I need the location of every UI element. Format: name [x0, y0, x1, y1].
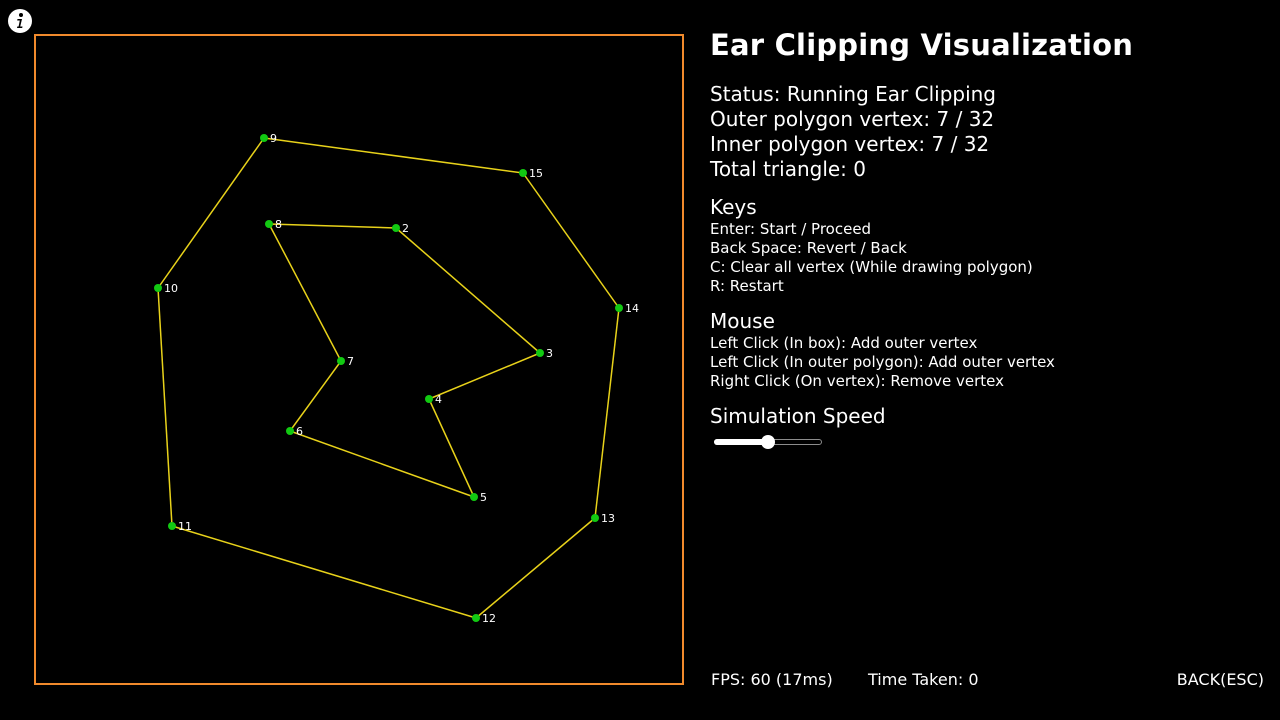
app-window: 9 15 14 13 12 11 10 8 2 3 4 5 6 7 Ear Clipping Visual… — [0, 0, 1280, 720]
inner-vertex[interactable] — [470, 493, 478, 501]
inner-edge — [395, 227, 541, 354]
outer-edge — [594, 307, 620, 519]
outer-edge — [522, 172, 620, 309]
fps-counter: FPS: 60 (17ms) — [711, 670, 833, 689]
outer-vertex-label: 14 — [625, 302, 639, 315]
outer-vertex[interactable] — [154, 284, 162, 292]
slider-fill — [714, 439, 768, 445]
outer-vertex-label: 15 — [529, 167, 543, 180]
time-taken: Time Taken: 0 — [868, 670, 979, 689]
slider-thumb[interactable] — [761, 435, 775, 449]
inner-vertex[interactable] — [425, 395, 433, 403]
inner-vertex-label: 8 — [275, 218, 282, 231]
outer-vertex[interactable] — [519, 169, 527, 177]
outer-vertex-label: 10 — [164, 282, 178, 295]
inner-vertex-label: 3 — [546, 347, 553, 360]
inner-vertex-label: 7 — [347, 355, 354, 368]
key-backspace: Back Space: Revert / Back — [710, 239, 907, 257]
mouse-left-box: Left Click (In box): Add outer vertex — [710, 334, 978, 352]
outer-edge — [263, 137, 524, 174]
inner-vertex-count: Inner polygon vertex: 7 / 32 — [710, 132, 990, 156]
outer-vertex-label: 9 — [270, 132, 277, 145]
outer-edge — [157, 287, 173, 527]
outer-edge — [171, 525, 477, 619]
outer-vertex-count: Outer polygon vertex: 7 / 32 — [710, 107, 995, 131]
inner-vertex-label: 2 — [402, 222, 409, 235]
outer-vertex[interactable] — [168, 522, 176, 530]
inner-vertex-label: 6 — [296, 425, 303, 438]
outer-edge — [475, 517, 596, 619]
inner-vertex-label: 4 — [435, 393, 442, 406]
outer-vertex-label: 11 — [178, 520, 192, 533]
mouse-left-polygon: Left Click (In outer polygon): Add outer… — [710, 353, 1055, 371]
inner-vertex[interactable] — [286, 427, 294, 435]
outer-edge — [157, 137, 265, 289]
inner-edge — [428, 352, 541, 400]
key-enter: Enter: Start / Proceed — [710, 220, 872, 238]
mouse-right-vertex: Right Click (On vertex): Remove vertex — [710, 372, 1005, 390]
outer-vertex-label: 12 — [482, 612, 496, 625]
polygon-edges — [157, 137, 620, 619]
keys-heading: Keys — [710, 195, 757, 219]
vertex-labels: 9 15 14 13 12 11 10 8 2 3 4 5 6 7 — [164, 132, 639, 625]
info-icon-graphic — [8, 9, 32, 33]
key-restart: R: Restart — [710, 277, 784, 295]
outer-vertex[interactable] — [260, 134, 268, 142]
outer-vertex[interactable] — [591, 514, 599, 522]
outer-vertex[interactable] — [615, 304, 623, 312]
status-text: Status: Running Ear Clipping — [710, 82, 997, 106]
simulation-speed-slider[interactable] — [710, 435, 822, 449]
outer-vertex[interactable] — [472, 614, 480, 622]
drawing-canvas[interactable]: 9 15 14 13 12 11 10 8 2 3 4 5 6 7 — [34, 34, 684, 685]
polygon-vertices — [154, 134, 623, 622]
speed-heading: Simulation Speed — [710, 404, 886, 428]
inner-vertex-label: 5 — [480, 491, 487, 504]
status-block: Status: Running Ear Clipping Outer polyg… — [710, 82, 1270, 182]
page-title: Ear Clipping Visualization — [710, 28, 1134, 62]
inner-vertex[interactable] — [265, 220, 273, 228]
polygon-canvas: 9 15 14 13 12 11 10 8 2 3 4 5 6 7 — [154, 132, 639, 625]
info-icon[interactable] — [7, 8, 33, 34]
outer-vertex-label: 13 — [601, 512, 615, 525]
back-button[interactable]: BACK(ESC) — [1177, 670, 1264, 690]
inner-edge — [268, 223, 397, 229]
inner-edge — [289, 360, 342, 432]
inner-edge — [289, 430, 475, 498]
inner-vertex[interactable] — [536, 349, 544, 357]
inner-edge — [428, 398, 475, 498]
inner-vertex[interactable] — [392, 224, 400, 232]
mouse-heading: Mouse — [710, 309, 775, 333]
info-panel: Ear Clipping Visualization Status: Runni… — [710, 26, 1270, 449]
inner-edge — [268, 223, 342, 362]
inner-vertex[interactable] — [337, 357, 345, 365]
triangle-count: Total triangle: 0 — [710, 157, 866, 181]
key-clear: C: Clear all vertex (While drawing polyg… — [710, 258, 1033, 276]
